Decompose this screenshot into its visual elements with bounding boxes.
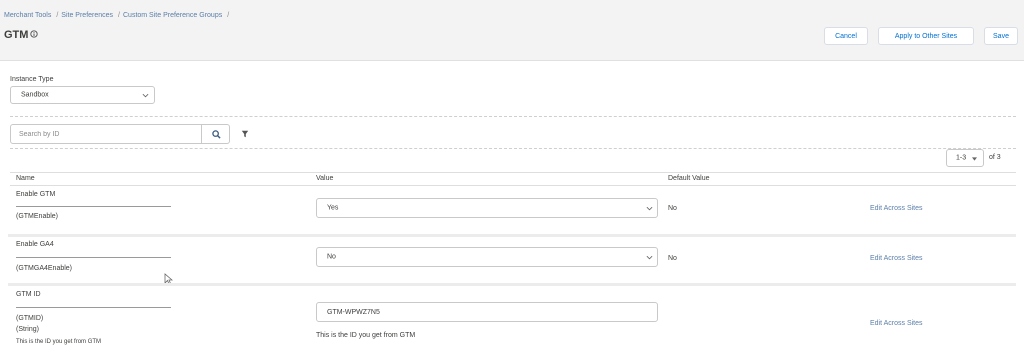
caret-down-icon xyxy=(972,157,977,161)
value-select-text: Yes xyxy=(327,204,339,212)
preference-type: (String) xyxy=(16,326,39,333)
section-divider xyxy=(10,116,1016,117)
instance-type-select[interactable]: Sandbox xyxy=(10,86,155,104)
save-button[interactable]: Save xyxy=(984,27,1018,45)
preference-name: Enable GTM xyxy=(16,191,56,198)
info-icon[interactable] xyxy=(30,30,38,38)
chevron-down-icon xyxy=(646,206,653,211)
preference-id: (GTMEnable) xyxy=(16,213,59,220)
preference-name: Enable GA4 xyxy=(16,241,54,248)
section-divider xyxy=(10,148,1016,149)
page-title: GTM xyxy=(4,29,29,41)
name-underline xyxy=(16,257,171,258)
table-header-top-border xyxy=(10,172,1016,173)
preference-description: This is the ID you get from GTM xyxy=(16,339,102,345)
page-count-label: of 3 xyxy=(989,154,1001,161)
apply-to-other-sites-button[interactable]: Apply to Other Sites xyxy=(878,27,974,45)
preference-id: (GTMGA4Enable) xyxy=(16,265,73,272)
instance-type-value: Sandbox xyxy=(21,91,49,99)
column-header-name: Name xyxy=(16,175,35,182)
edit-across-sites-link[interactable]: Edit Across Sites xyxy=(870,320,923,327)
chevron-down-icon xyxy=(142,93,149,98)
cancel-button[interactable]: Cancel xyxy=(824,27,868,45)
name-underline xyxy=(16,307,171,308)
preference-id: (GTMID) xyxy=(16,315,44,322)
instance-type-label: Instance Type xyxy=(10,76,54,83)
breadcrumb-separator: / xyxy=(118,12,120,19)
value-select[interactable]: Yes xyxy=(316,198,658,218)
row-divider xyxy=(8,283,1016,286)
breadcrumb: Merchant Tools / Site Preferences / Custom S… xyxy=(4,12,232,19)
column-header-value: Value xyxy=(316,175,334,182)
breadcrumb-separator: / xyxy=(56,12,59,19)
gtm-id-input[interactable] xyxy=(316,302,658,322)
edit-across-sites-link[interactable]: Edit Across Sites xyxy=(870,255,923,262)
breadcrumb-custom-groups[interactable]: Custom Site Preference Groups xyxy=(123,12,222,19)
value-select-text: No xyxy=(327,253,336,261)
default-value: No xyxy=(668,205,677,212)
breadcrumb-separator: / xyxy=(227,12,230,19)
page-range-select[interactable]: 1-3 xyxy=(946,149,984,167)
default-value: No xyxy=(668,255,677,262)
chevron-down-icon xyxy=(646,255,653,260)
breadcrumb-merchant-tools[interactable]: Merchant Tools xyxy=(4,12,51,19)
page-header: Merchant Tools / Site Preferences / Custom S… xyxy=(0,0,1024,61)
name-underline xyxy=(16,206,171,207)
filter-icon[interactable] xyxy=(241,130,249,138)
search-input[interactable] xyxy=(10,124,202,144)
edit-across-sites-link[interactable]: Edit Across Sites xyxy=(870,205,923,212)
search-icon xyxy=(212,130,221,139)
page-range-value: 1-3 xyxy=(956,154,967,162)
value-select[interactable]: No xyxy=(316,247,658,267)
row-divider xyxy=(8,234,1016,237)
preference-name: GTM ID xyxy=(16,291,41,298)
search-button[interactable] xyxy=(202,124,230,144)
breadcrumb-site-preferences[interactable]: Site Preferences xyxy=(61,12,113,19)
column-header-default-value: Default Value xyxy=(668,175,710,182)
value-help-text: This is the ID you get from GTM xyxy=(316,332,416,339)
table-header-bottom-border xyxy=(10,185,1016,186)
